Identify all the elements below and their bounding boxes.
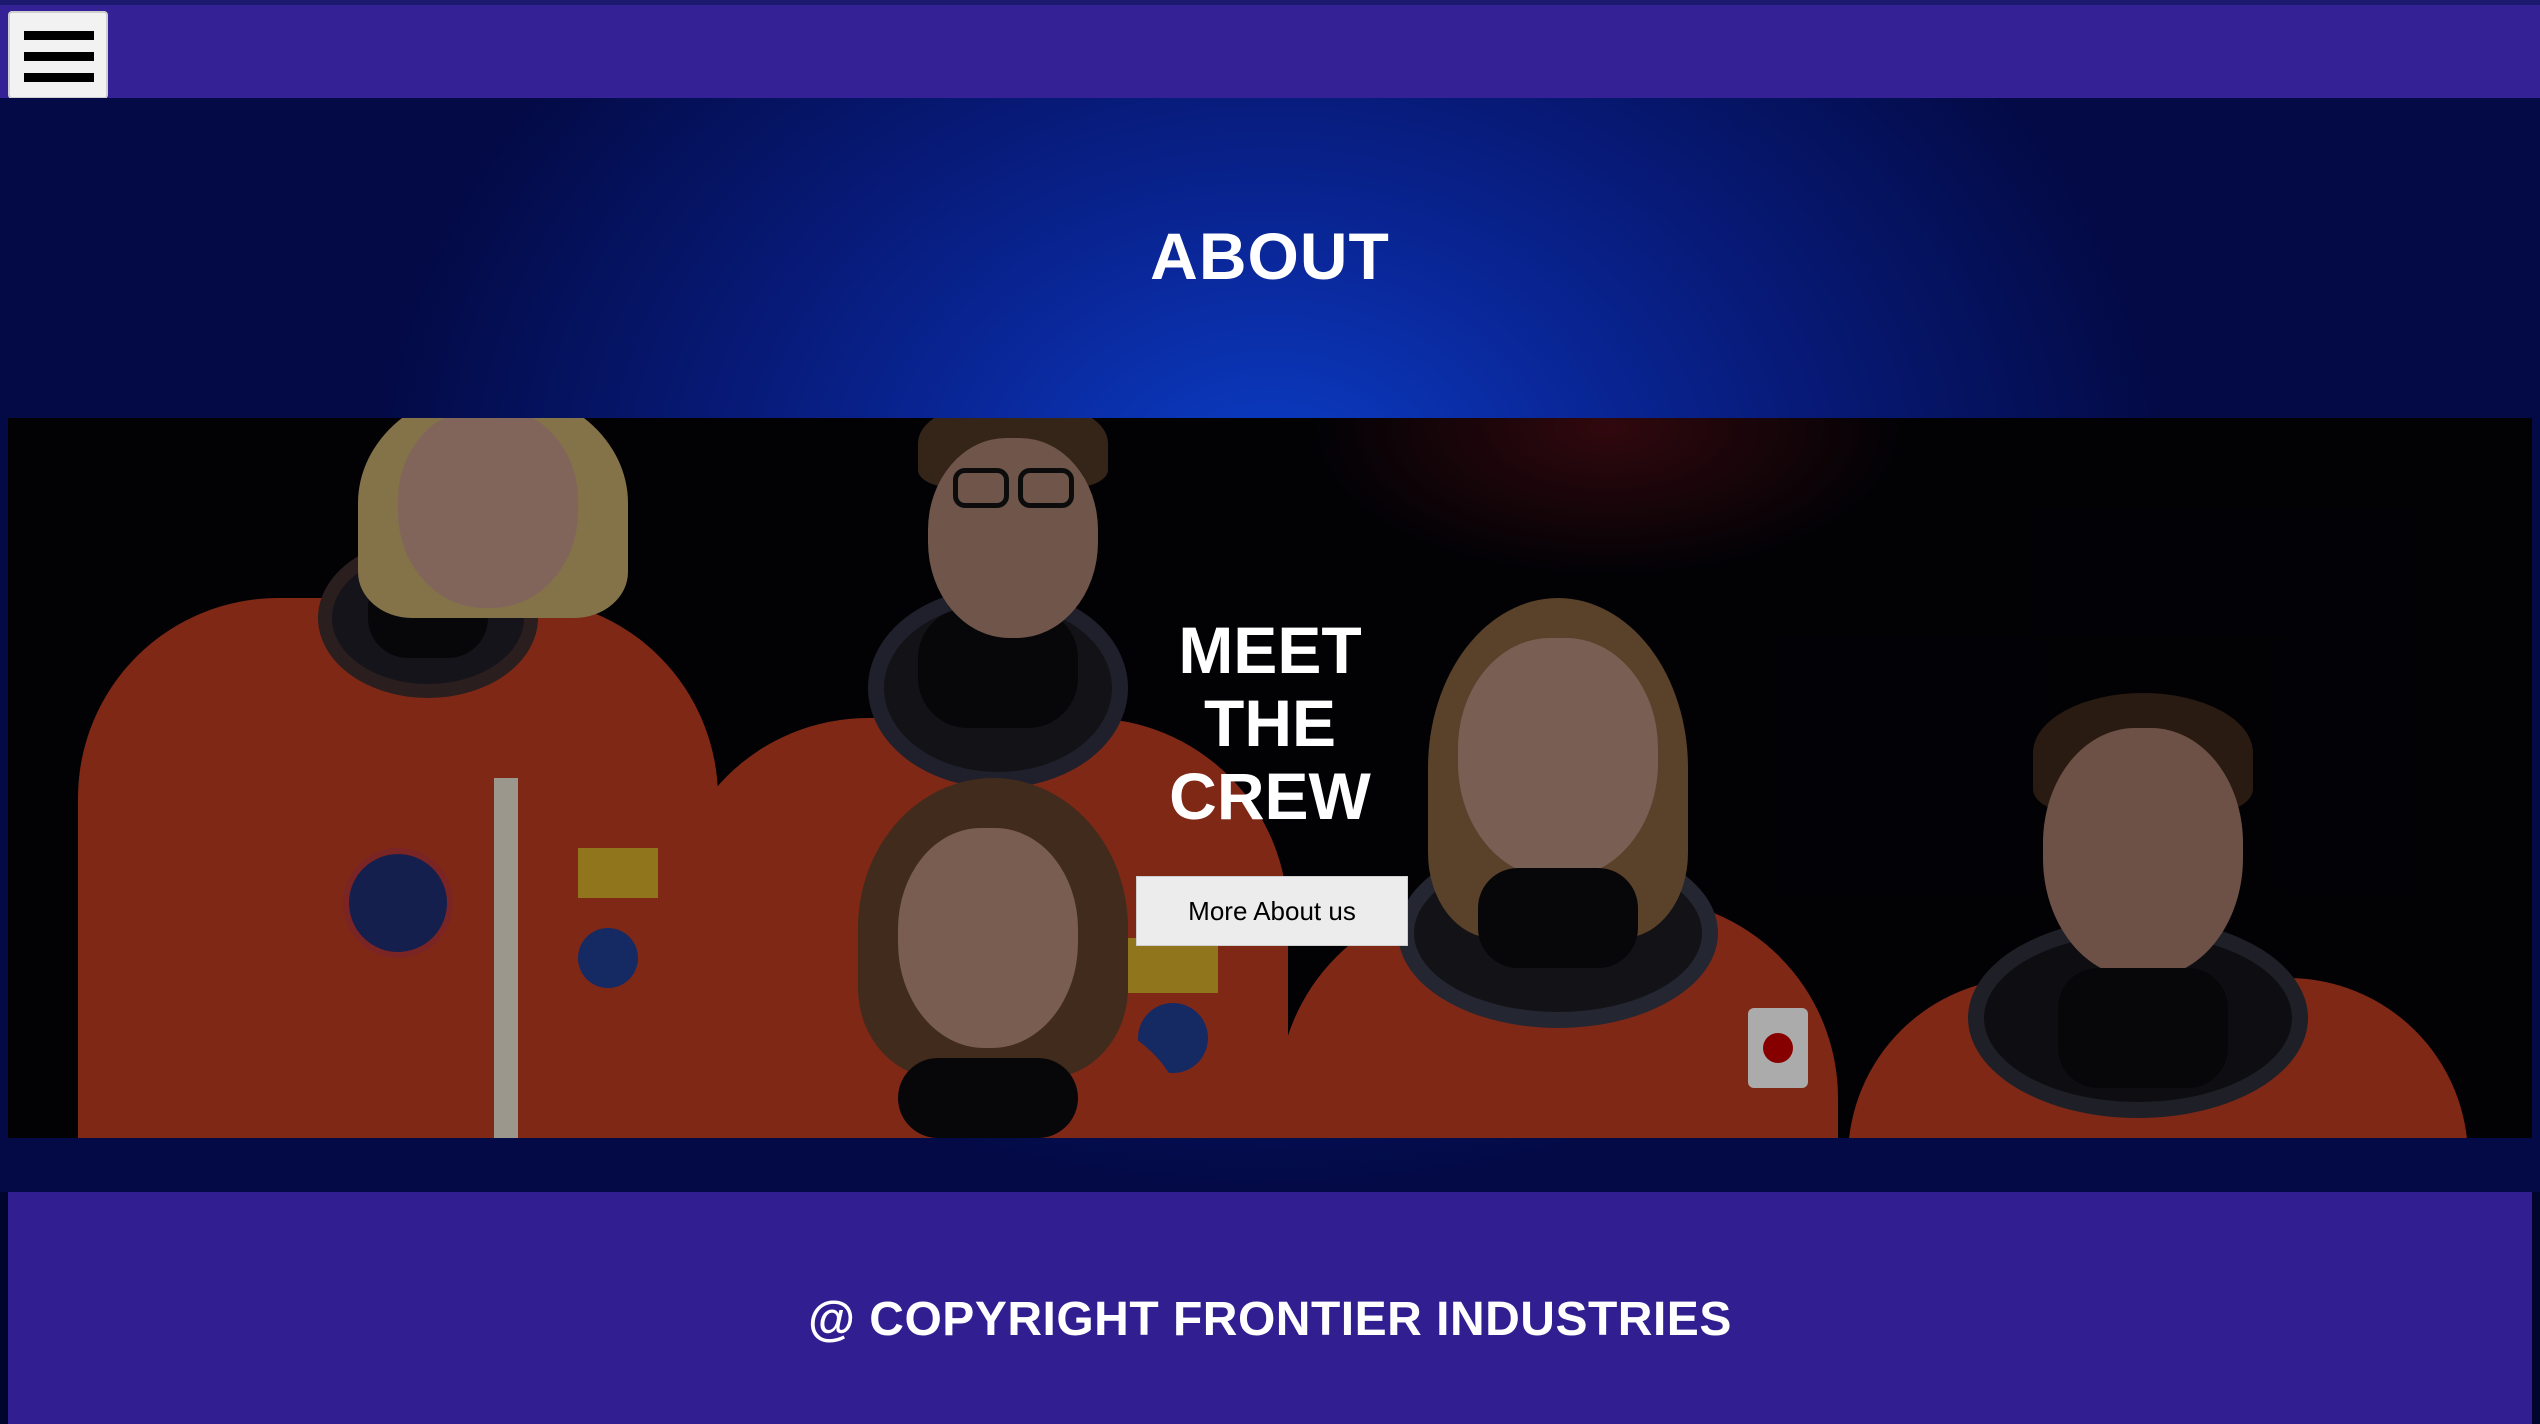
top-nav-bar [0,0,2540,99]
crew-hero-banner: MEET THE CREW More About us [8,418,2532,1138]
footer: @ COPYRIGHT FRONTIER INDUSTRIES [8,1192,2532,1424]
page-title: ABOUT [1150,219,1390,293]
crew-heading-line-3: CREW [1169,759,1371,833]
crew-heading-line-2: THE [1204,686,1336,760]
crew-heading-line-1: MEET [1178,613,1362,687]
copyright-text: @ COPYRIGHT FRONTIER INDUSTRIES [808,1293,1732,1346]
more-about-us-button[interactable]: More About us [1136,876,1408,946]
hamburger-menu-button[interactable] [8,11,108,99]
main-content: ABOUT MEET THE CREW More About us [0,98,2540,1192]
crew-heading: MEET THE CREW [1070,614,1470,833]
